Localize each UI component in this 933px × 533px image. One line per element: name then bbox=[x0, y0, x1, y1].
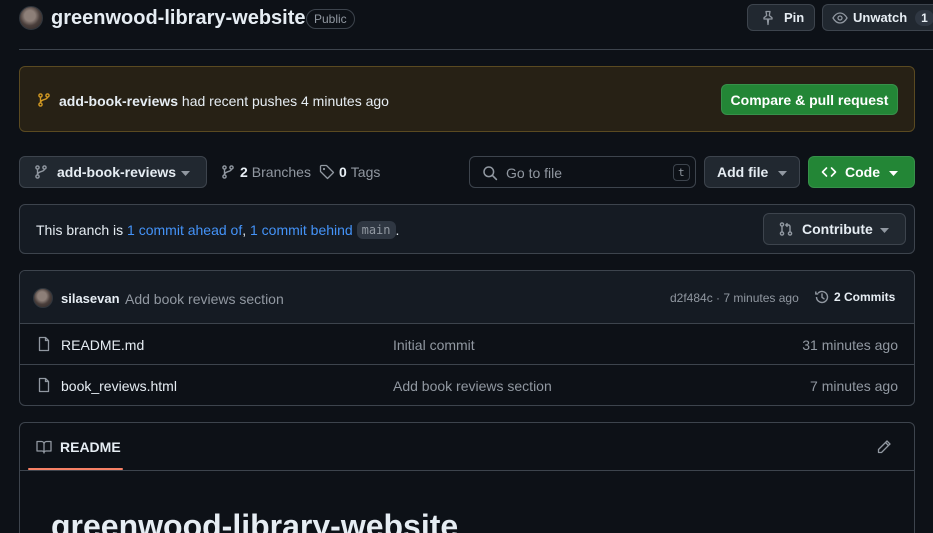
book-icon bbox=[36, 439, 52, 455]
contribute-label: Contribute bbox=[802, 221, 873, 237]
commits-ahead-link[interactable]: 1 commit ahead of bbox=[127, 222, 242, 238]
file-name-link[interactable]: book_reviews.html bbox=[61, 378, 177, 394]
commits-history-link[interactable]: 2 Commits bbox=[814, 289, 895, 305]
file-name-link[interactable]: README.md bbox=[61, 337, 144, 353]
commits-count-label: 2 Commits bbox=[834, 290, 896, 304]
recent-push-branch[interactable]: add-book-reviews bbox=[59, 93, 178, 109]
branch-status-suffix: . bbox=[395, 222, 400, 238]
compare-pull-request-button[interactable]: Compare & pull request bbox=[721, 84, 898, 115]
branch-select-button[interactable]: add-book-reviews bbox=[19, 156, 207, 188]
go-to-file-input[interactable]: Go to file t bbox=[469, 156, 696, 188]
unwatch-button[interactable]: Unwatch 1 bbox=[822, 4, 933, 31]
repo-name-link[interactable]: greenwood-library-website bbox=[51, 7, 306, 30]
add-file-button[interactable]: Add file bbox=[704, 156, 800, 188]
branch-status-text: This branch is 1 commit ahead of , 1 com… bbox=[36, 221, 399, 239]
file-icon bbox=[36, 336, 52, 352]
branches-link[interactable]: 2 Branches bbox=[220, 164, 311, 180]
caret-down-icon bbox=[778, 171, 787, 176]
tags-link[interactable]: 0 Tags bbox=[319, 164, 380, 180]
branches-count: 2 bbox=[240, 164, 248, 180]
latest-commit-message[interactable]: Add book reviews section bbox=[125, 291, 284, 307]
tags-count: 0 bbox=[339, 164, 347, 180]
git-pull-request-icon bbox=[778, 221, 794, 237]
pencil-icon[interactable] bbox=[876, 439, 892, 455]
visibility-badge: Public bbox=[306, 9, 355, 29]
go-to-file-placeholder: Go to file bbox=[506, 165, 563, 181]
code-button[interactable]: Code bbox=[808, 156, 915, 188]
branch-select-label: add-book-reviews bbox=[57, 164, 177, 180]
readme-tab[interactable]: README bbox=[36, 439, 121, 455]
add-file-label: Add file bbox=[717, 164, 769, 180]
eye-icon bbox=[832, 10, 848, 26]
watch-count: 1 bbox=[915, 9, 933, 26]
recent-push-message: had recent pushes 4 minutes ago bbox=[181, 93, 389, 109]
search-icon bbox=[482, 165, 498, 181]
unwatch-label: Unwatch bbox=[853, 10, 908, 25]
readme-tab-label: README bbox=[60, 439, 121, 455]
commit-author-link[interactable]: silasevan bbox=[61, 291, 120, 306]
row-divider bbox=[20, 323, 914, 324]
commits-behind-link[interactable]: 1 commit behind bbox=[250, 222, 353, 238]
caret-down-icon bbox=[181, 171, 190, 176]
base-branch-chip[interactable]: main bbox=[356, 221, 396, 239]
contribute-button[interactable]: Contribute bbox=[763, 213, 906, 245]
caret-down-icon bbox=[889, 171, 898, 176]
file-commit-message[interactable]: Initial commit bbox=[393, 337, 475, 353]
file-icon bbox=[36, 377, 52, 393]
commit-author-avatar[interactable] bbox=[33, 288, 53, 308]
file-commit-time: 31 minutes ago bbox=[802, 337, 898, 353]
owner-avatar[interactable] bbox=[19, 6, 43, 30]
git-branch-icon bbox=[33, 164, 49, 180]
code-label: Code bbox=[845, 164, 880, 180]
history-icon bbox=[814, 289, 830, 305]
readme-header-divider bbox=[20, 470, 914, 471]
row-divider bbox=[20, 364, 914, 365]
file-commit-message[interactable]: Add book reviews section bbox=[393, 378, 552, 394]
branches-label: Branches bbox=[251, 164, 311, 180]
pin-button[interactable]: Pin bbox=[747, 4, 815, 31]
tags-label: Tags bbox=[350, 164, 381, 180]
readme-tab-underline bbox=[28, 468, 123, 470]
branch-status-prefix: This branch is bbox=[36, 222, 124, 238]
latest-commit-meta[interactable]: d2f484c · 7 minutes ago bbox=[670, 291, 799, 305]
tag-icon bbox=[319, 164, 335, 180]
readme-heading: greenwood-library-website bbox=[51, 508, 459, 533]
code-icon bbox=[821, 164, 837, 180]
recent-push-text: add-book-reviews had recent pushes 4 min… bbox=[59, 93, 389, 109]
git-branch-icon bbox=[36, 92, 52, 108]
pin-icon bbox=[760, 10, 776, 26]
caret-down-icon bbox=[880, 228, 889, 233]
file-commit-time: 7 minutes ago bbox=[810, 378, 898, 394]
git-branch-icon bbox=[220, 164, 236, 180]
header-divider bbox=[19, 49, 933, 50]
pin-label: Pin bbox=[784, 10, 805, 25]
search-shortcut-key: t bbox=[673, 164, 690, 181]
